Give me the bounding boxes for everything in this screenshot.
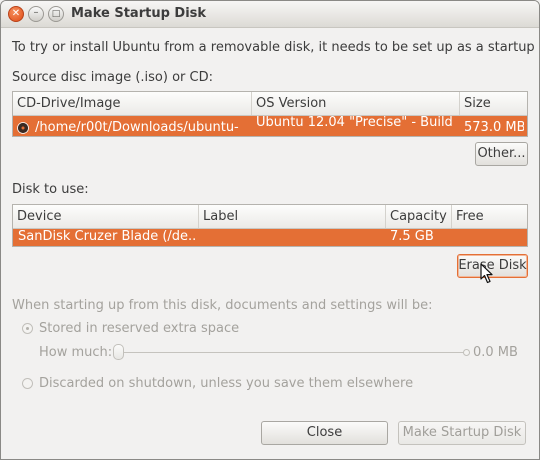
- source-table: CD-Drive/Image OS Version Size /home/r00…: [12, 91, 528, 137]
- how-much-value: 0.0 MB: [473, 345, 518, 360]
- column-os-version[interactable]: OS Version: [252, 92, 460, 115]
- window-title: Make Startup Disk: [71, 6, 207, 21]
- disk-table: Device Label Capacity Free Space SanDisk…: [12, 204, 528, 247]
- discarded-radio[interactable]: [22, 378, 33, 389]
- stored-radio[interactable]: [22, 323, 33, 334]
- make-startup-disk-window: ✕ – □ Make Startup Disk To try or instal…: [0, 0, 540, 460]
- minimize-icon[interactable]: –: [28, 6, 44, 22]
- maximize-icon[interactable]: □: [48, 6, 64, 22]
- discarded-option-label[interactable]: Discarded on shutdown, unless you save t…: [39, 376, 413, 391]
- disk-device: SanDisk Cruzer Blade (/de...: [18, 229, 196, 244]
- close-button[interactable]: Close: [261, 421, 388, 445]
- disk-capacity: 7.5 GB: [390, 229, 434, 244]
- make-startup-disk-button[interactable]: Make Startup Disk: [398, 421, 526, 445]
- column-device[interactable]: Device: [13, 205, 199, 228]
- size-slider-handle[interactable]: [113, 344, 124, 360]
- source-row-selected[interactable]: /home/r00t/Downloads/ubuntu- Ubuntu 12.0…: [13, 116, 527, 136]
- column-label[interactable]: Label: [199, 205, 386, 228]
- source-table-header: CD-Drive/Image OS Version Size: [13, 92, 527, 116]
- cd-icon: [17, 122, 29, 134]
- column-capacity[interactable]: Capacity: [386, 205, 452, 228]
- column-size[interactable]: Size: [460, 92, 527, 115]
- column-cd-drive-image[interactable]: CD-Drive/Image: [13, 92, 252, 115]
- mouse-pointer-icon: [480, 263, 493, 284]
- how-much-label: How much:: [39, 345, 113, 360]
- title-bar: ✕ – □ Make Startup Disk: [1, 1, 539, 28]
- source-size: 573.0 MB: [464, 120, 524, 135]
- close-icon[interactable]: ✕: [8, 6, 24, 22]
- source-os-version: Ubuntu 12.04 "Precise" - Build ...: [256, 116, 456, 130]
- size-slider-track[interactable]: [119, 352, 465, 353]
- disk-row-selected[interactable]: SanDisk Cruzer Blade (/de... 7.5 GB: [13, 229, 527, 246]
- persistence-heading: When starting up from this disk, documen…: [12, 298, 433, 313]
- intro-text: To try or install Ubuntu from a removabl…: [12, 40, 540, 55]
- source-image-path: /home/r00t/Downloads/ubuntu-: [35, 120, 239, 135]
- disk-table-header: Device Label Capacity Free Space: [13, 205, 527, 247]
- disk-label: Disk to use:: [12, 182, 89, 197]
- stored-option-label[interactable]: Stored in reserved extra space: [39, 321, 239, 336]
- source-label: Source disc image (.iso) or CD:: [12, 70, 213, 85]
- slider-end-marker: [463, 349, 470, 356]
- other-button[interactable]: Other...: [475, 142, 528, 166]
- column-free-space[interactable]: Free Space: [452, 205, 527, 247]
